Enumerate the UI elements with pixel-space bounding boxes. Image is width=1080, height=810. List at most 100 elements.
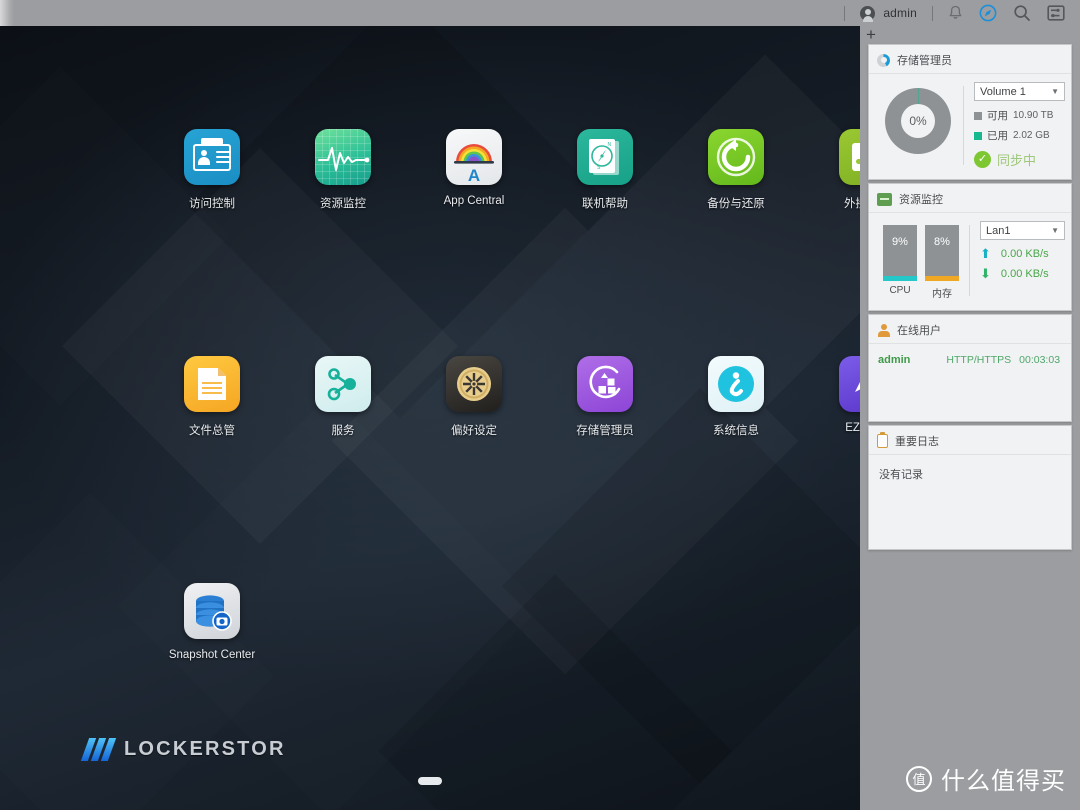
- storage-widget-icon: [877, 54, 890, 67]
- app-icon-snapshot-center[interactable]: Snapshot Center: [157, 583, 267, 661]
- app-label: 访问控制: [157, 195, 267, 211]
- cpu-percent: 9%: [892, 236, 908, 248]
- app-icon-services[interactable]: 服务: [288, 356, 398, 438]
- storage-free-row: 可用 10.90 TB: [974, 108, 1065, 123]
- lan-select-value: Lan1: [986, 225, 1010, 237]
- app-icon-resource-monitor[interactable]: 资源监控: [288, 129, 398, 211]
- chevron-down-icon: ▼: [1051, 226, 1059, 235]
- watermark: 值 什么值得买: [906, 761, 1066, 796]
- download-speed: 0.00 KB/s: [1001, 268, 1049, 280]
- important-logs-widget: 重要日志 没有记录: [868, 425, 1072, 550]
- cpu-label: CPU: [883, 285, 917, 296]
- app-icon-system-info[interactable]: 系统信息: [681, 356, 791, 438]
- desktop-page-indicator[interactable]: [0, 772, 860, 790]
- system-topbar: admin: [0, 0, 1080, 26]
- storage-usage-donut: 0%: [885, 88, 951, 154]
- app-icon-online-help[interactable]: N S 联机帮助: [550, 129, 660, 211]
- app-icon-external-devices[interactable]: 外接装置: [812, 129, 860, 211]
- online-user-name: admin: [878, 354, 910, 366]
- memory-percent: 8%: [934, 236, 950, 248]
- cpu-bar: 9%: [883, 225, 917, 281]
- volume-select[interactable]: Volume 1 ▼: [974, 82, 1065, 101]
- app-central-icon: A: [446, 129, 502, 185]
- app-label: 文件总管: [157, 422, 267, 438]
- ez-sync-icon: [839, 356, 860, 412]
- lan-select[interactable]: Lan1 ▼: [980, 221, 1065, 240]
- sync-status-label: 同步中: [997, 150, 1036, 169]
- widget-title: 重要日志: [895, 433, 939, 449]
- storage-usage-percent: 0%: [909, 114, 926, 128]
- desktop-area[interactable]: 访问控制 资源监控: [0, 26, 860, 810]
- chevron-down-icon: ▼: [1051, 87, 1059, 96]
- arrow-up-icon: ⬆: [980, 247, 991, 260]
- widget-divider: [963, 86, 964, 165]
- memory-gauge: 8% 内存: [925, 225, 959, 300]
- app-icon-access-control[interactable]: 访问控制: [157, 129, 267, 211]
- app-icon-file-explorer[interactable]: 文件总管: [157, 356, 267, 438]
- system-info-icon: [708, 356, 764, 412]
- widget-header: 重要日志: [869, 426, 1071, 455]
- app-label: 服务: [288, 422, 398, 438]
- memory-label: 内存: [925, 285, 959, 300]
- widget-title: 在线用户: [897, 322, 941, 338]
- add-widget-button[interactable]: +: [860, 26, 1080, 44]
- arrow-down-icon: ⬇: [980, 267, 991, 280]
- app-icon-preferences[interactable]: 偏好设定: [419, 356, 529, 438]
- access-control-icon: [184, 129, 240, 185]
- network-download-row: ⬇ 0.00 KB/s: [980, 267, 1065, 280]
- compass-icon[interactable]: [974, 0, 1002, 26]
- resource-monitor-widget: 资源监控 9% CPU 8%: [868, 183, 1072, 311]
- logs-empty-message: 没有记录: [869, 455, 1071, 493]
- lockerstor-wordmark: LOCKERSTOR: [124, 738, 286, 761]
- cpu-bar-fill: [883, 276, 917, 281]
- app-icon-storage-manager[interactable]: 存储管理员: [550, 356, 660, 438]
- logs-widget-icon: [877, 434, 888, 448]
- lockerstor-slashes-icon: [85, 738, 112, 761]
- widget-header: 存储管理员: [869, 45, 1071, 74]
- legend-swatch-used: [974, 132, 982, 140]
- widget-divider: [969, 225, 970, 296]
- storage-manager-icon: [577, 356, 633, 412]
- topbar-left-edge: [0, 0, 14, 26]
- network-upload-row: ⬆ 0.00 KB/s: [980, 247, 1065, 260]
- app-label: 偏好设定: [419, 422, 529, 438]
- user-avatar-icon: [860, 6, 875, 21]
- username-label: admin: [883, 6, 917, 20]
- widget-header: 资源监控: [869, 184, 1071, 213]
- widgets-icon[interactable]: [1042, 0, 1070, 26]
- memory-bar-fill: [925, 276, 959, 281]
- storage-sync-status: ✓ 同步中: [974, 150, 1065, 169]
- services-icon: [315, 356, 371, 412]
- memory-bar: 8%: [925, 225, 959, 281]
- storage-free-label: 可用: [987, 108, 1008, 123]
- app-label: 存储管理员: [550, 422, 660, 438]
- storage-free-value: 10.90 TB: [1013, 110, 1053, 121]
- online-user-duration: 00:03:03: [1019, 354, 1060, 366]
- widget-title: 存储管理员: [897, 52, 952, 68]
- legend-swatch-free: [974, 112, 982, 120]
- watermark-badge-icon: 值: [906, 766, 932, 792]
- topbar-divider: [844, 6, 845, 21]
- app-label: 联机帮助: [550, 195, 660, 211]
- search-icon[interactable]: [1008, 0, 1036, 26]
- app-label: 备份与还原: [681, 195, 791, 211]
- app-label: 外接装置: [812, 195, 860, 211]
- user-menu[interactable]: admin: [855, 0, 922, 26]
- app-label: 资源监控: [288, 195, 398, 211]
- app-icon-ez-sync[interactable]: EZ Sync: [812, 356, 860, 434]
- online-user-row: admin HTTP/HTTPS 00:03:03: [869, 344, 1071, 367]
- storage-used-row: 已用 2.02 GB: [974, 128, 1065, 143]
- backup-restore-icon: [708, 129, 764, 185]
- widget-sidebar: + 存储管理员 0% Volume 1 ▼ 可: [860, 26, 1080, 810]
- app-icon-backup-restore[interactable]: 备份与还原: [681, 129, 791, 211]
- online-help-icon: N S: [577, 129, 633, 185]
- bell-icon[interactable]: [943, 0, 968, 26]
- file-explorer-icon: [184, 356, 240, 412]
- online-user-protocol: HTTP/HTTPS: [946, 354, 1011, 366]
- page-dot-1[interactable]: [418, 777, 442, 785]
- topbar-divider: [932, 6, 933, 21]
- app-icon-app-central[interactable]: A App Central: [419, 129, 529, 207]
- check-circle-icon: ✓: [974, 151, 991, 168]
- external-devices-icon: [839, 129, 860, 185]
- online-users-widget: 在线用户 admin HTTP/HTTPS 00:03:03: [868, 314, 1072, 422]
